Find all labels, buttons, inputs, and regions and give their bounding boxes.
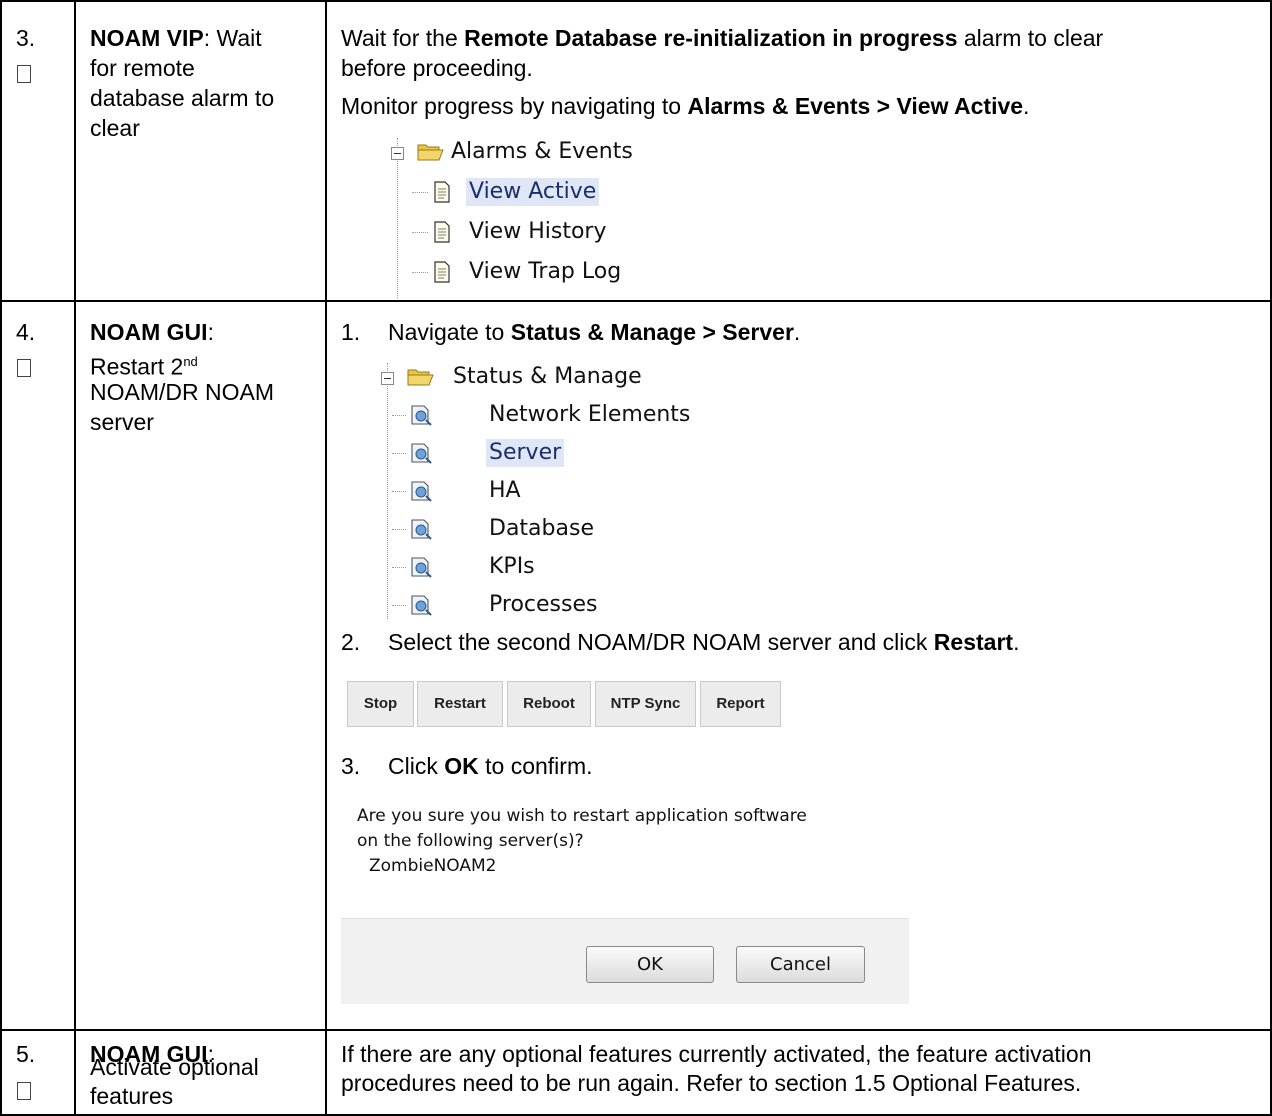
status-page-icon [411,519,432,540]
tree-item-label: View History [469,219,607,244]
stop-button[interactable]: Stop [347,681,414,727]
substep-1-text: Navigate to Status & Manage > Server. [388,319,801,345]
collapse-icon[interactable] [391,147,404,160]
report-button[interactable]: Report [700,681,781,727]
ok-button[interactable]: OK [586,946,714,983]
page-icon [434,181,450,203]
reboot-button[interactable]: Reboot [507,681,591,727]
instruction-text: Wait for the Remote Database re-initiali… [341,25,1104,51]
menu-tree-status-manage: Status & Manage Network Elements Server [376,363,716,619]
row-divider-3-4 [0,300,1272,302]
step-number: 4. [16,319,36,345]
status-page-icon [411,405,432,426]
substep-2: 2. [341,629,361,655]
tree-item-label: View Trap Log [469,259,622,284]
substep-2-text: Select the second NOAM/DR NOAM server an… [388,629,1020,655]
ntp-sync-button[interactable]: NTP Sync [595,681,696,727]
instruction-text: procedures need to be run again. Refer t… [341,1070,1082,1096]
step-checkbox[interactable] [17,359,31,377]
step-title-line: NOAM GUI: [90,319,214,345]
tree-item-label: View Active [466,178,600,206]
tree-guide-line [397,138,398,298]
step-desc: for remote [90,55,195,81]
dialog-server-name: ZombieNOAM2 [369,856,497,876]
instruction-text: before proceeding. [341,55,533,81]
page-icon [434,261,450,283]
tree-item-label: Server [486,439,565,467]
step-checkbox[interactable] [17,65,31,83]
folder-open-icon [417,144,444,161]
page-icon [434,221,450,243]
menu-tree-alarms: Alarms & Events View Active View History [386,138,706,298]
step-desc: server [90,409,154,435]
dialog-message-line: Are you sure you wish to restart applica… [357,806,807,826]
tree-folder-label: Alarms & Events [451,139,633,164]
restart-button[interactable]: Restart [417,681,503,727]
status-page-icon [411,557,432,578]
tree-item-label: KPIs [489,554,535,579]
substep-3: 3. [341,753,361,779]
step-desc: features [90,1083,174,1109]
cancel-button[interactable]: Cancel [736,946,865,983]
step-number: 5. [16,1041,36,1067]
step-title: NOAM VIP [90,25,204,51]
col-divider-1 [74,0,76,1116]
status-page-icon [411,595,432,616]
step-title-line: NOAM VIP: Wait [90,24,262,52]
status-page-icon [411,481,432,502]
substep-3-text: Click OK to confirm. [388,753,593,779]
step-desc: database alarm to [90,85,275,111]
instruction-text: If there are any optional features curre… [341,1041,1092,1067]
step-title: NOAM GUI [90,319,208,345]
step-number: 3. [16,25,36,51]
col-divider-2 [325,0,327,1116]
tree-guide-line [387,363,388,619]
tree-item-label: HA [489,478,521,503]
step-desc: NOAM/DR NOAM [90,379,274,405]
row-divider-4-5 [0,1029,1272,1031]
tree-item-label: Network Elements [489,402,691,427]
status-page-icon [411,443,432,464]
dialog-message-line: on the following server(s)? [357,831,584,851]
substep-1: 1. [341,319,361,345]
folder-open-icon [407,369,434,386]
instruction-text: Monitor progress by navigating to Alarms… [341,93,1030,119]
step-desc: clear [90,115,140,141]
step-checkbox[interactable] [17,1082,31,1100]
tree-item-label: Processes [489,592,598,617]
step-desc: Restart 2nd [90,353,198,380]
step-desc: : Wait [203,25,262,51]
table-border-left [0,0,2,1116]
tree-item-label: Database [489,516,594,541]
step-desc: Activate optional [90,1054,259,1080]
table-border-top [0,0,1272,2]
collapse-icon[interactable] [381,372,394,385]
tree-folder-label: Status & Manage [453,364,642,389]
